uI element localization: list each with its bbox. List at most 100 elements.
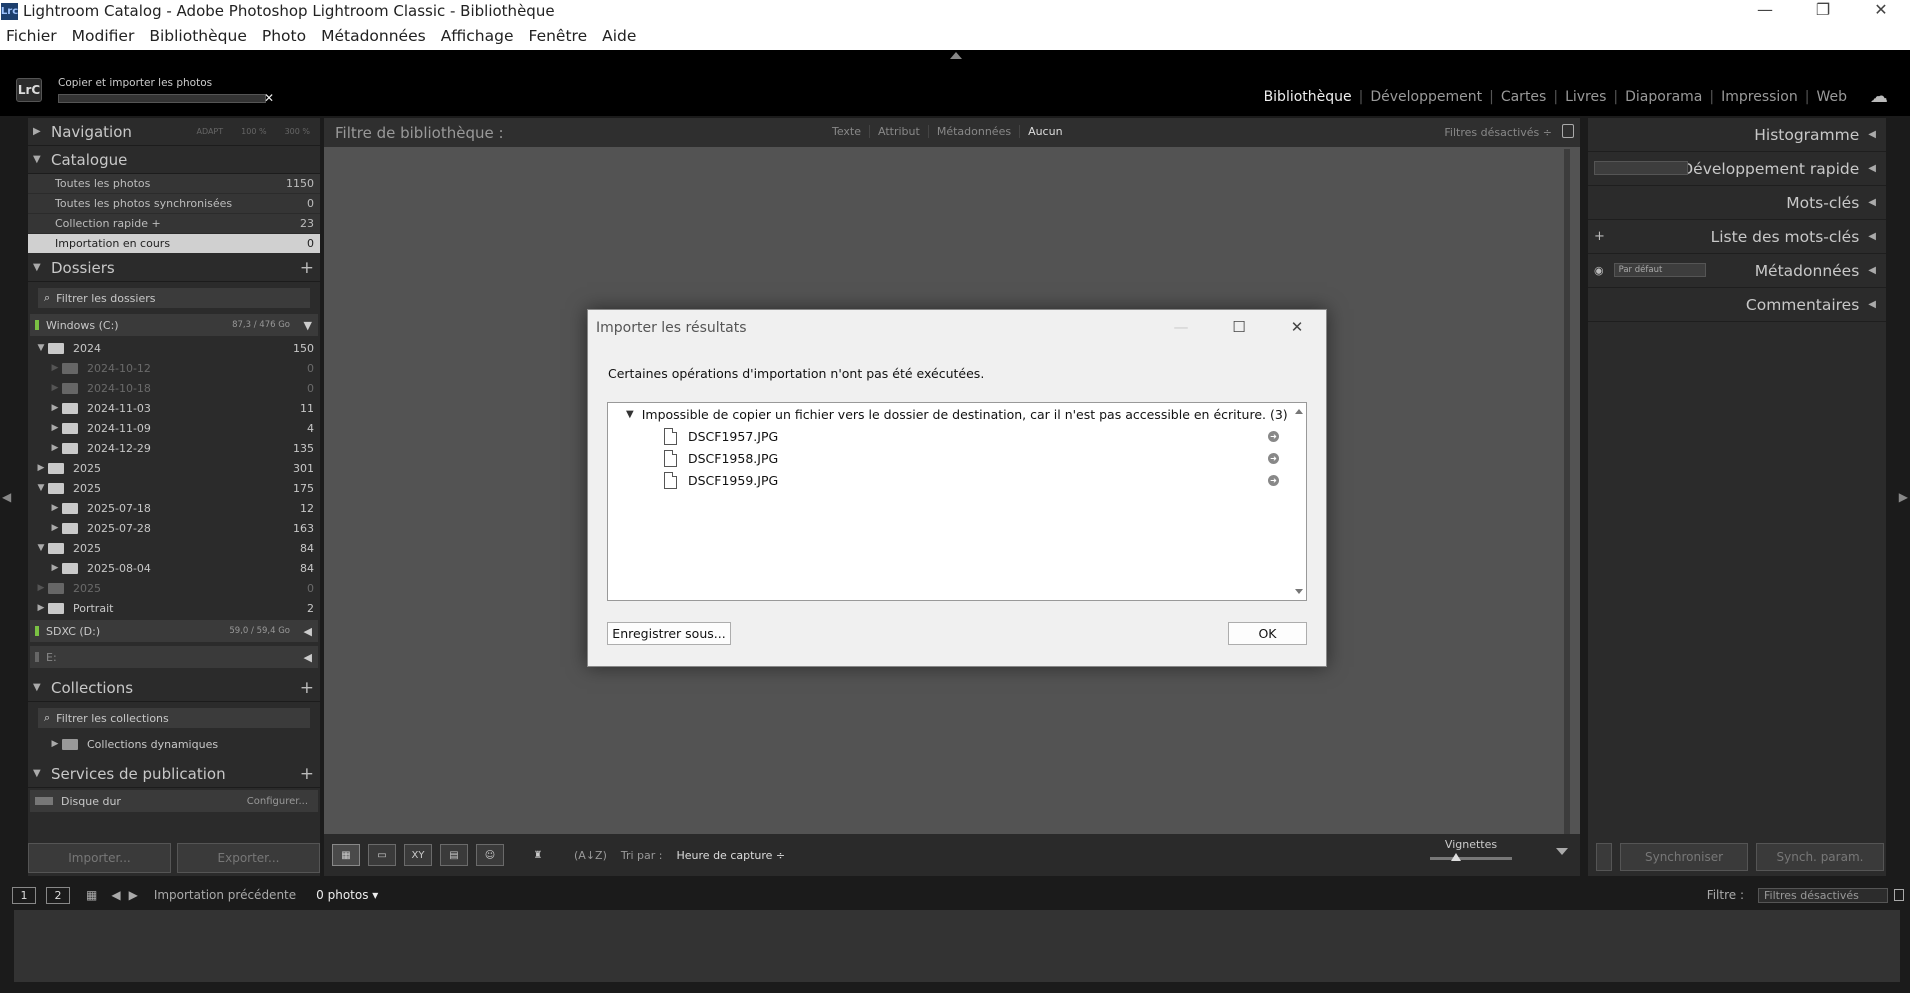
publish-header[interactable]: ▼ Services de publication +	[28, 760, 320, 788]
navigation-header[interactable]: ▶ Navigation ADAPT 100 % 300 %	[28, 118, 320, 146]
module-developpement[interactable]: Développement	[1363, 89, 1489, 105]
add-publish-service-icon[interactable]: +	[300, 764, 314, 784]
catalog-item-quick-collection[interactable]: Collection rapide +23	[28, 214, 320, 234]
filter-preset-select[interactable]: Filtres désactivés ÷	[1444, 126, 1552, 139]
catalogue-header[interactable]: ▼ Catalogue	[28, 146, 320, 174]
left-panel-toggle-icon[interactable]: ◀	[2, 490, 11, 504]
catalog-item-current-import[interactable]: Importation en cours 0	[28, 234, 320, 254]
publish-hard-disk[interactable]: Disque dur Configurer...	[30, 790, 318, 812]
keywords-header[interactable]: Mots-clés ◀	[1588, 186, 1886, 220]
compare-view-icon[interactable]: XY	[404, 844, 432, 866]
folder-row[interactable]: ▶ 2024-11-03 11	[28, 398, 320, 418]
folder-row[interactable]: ▶ 2024-11-09 4	[28, 418, 320, 438]
collapse-icon[interactable]: ▼	[34, 543, 48, 553]
error-group-row[interactable]: ▼ Impossible de copier un fichier vers l…	[608, 403, 1306, 425]
lock-icon[interactable]	[1894, 889, 1904, 901]
sync-button[interactable]: Synchroniser	[1620, 843, 1748, 871]
scroll-up-icon[interactable]	[1295, 409, 1303, 414]
go-to-file-icon[interactable]: ➜	[1268, 452, 1279, 464]
loupe-view-icon[interactable]: ▭	[368, 844, 396, 866]
menu-affichage[interactable]: Affichage	[435, 27, 523, 45]
chevron-left-icon[interactable]: ◀	[304, 625, 312, 638]
add-keyword-icon[interactable]: +	[1594, 229, 1605, 244]
go-to-file-icon[interactable]: ➜	[1268, 430, 1279, 442]
keyword-list-header[interactable]: + Liste des mots-clés ◀	[1588, 220, 1886, 254]
scroll-down-icon[interactable]	[1295, 589, 1303, 594]
expand-icon[interactable]: ▶	[48, 363, 62, 373]
folder-row[interactable]: ▶ 2025-08-04 84	[28, 558, 320, 578]
lock-icon[interactable]	[1562, 124, 1574, 138]
cloud-icon[interactable]: ☁	[1870, 86, 1888, 107]
sync-settings-button[interactable]: Synch. param.	[1756, 843, 1884, 871]
menu-aide[interactable]: Aide	[596, 27, 645, 45]
save-as-button[interactable]: Enregistrer sous...	[607, 622, 731, 645]
collapse-top-arrow-icon[interactable]	[950, 52, 962, 59]
toolbar-menu-chevron-icon[interactable]	[1556, 848, 1568, 855]
comments-header[interactable]: Commentaires ◀	[1588, 288, 1886, 322]
zoom-adapt[interactable]: ADAPT	[196, 127, 223, 136]
module-impression[interactable]: Impression	[1714, 89, 1805, 105]
folder-row[interactable]: ▶ 2025 301	[28, 458, 320, 478]
quick-develop-header[interactable]: Développement rapide ◀	[1588, 152, 1886, 186]
catalog-item-all-photos[interactable]: Toutes les photos 1150	[28, 174, 320, 194]
photo-count-select[interactable]: 0 photos ▾	[316, 888, 378, 902]
sort-select[interactable]: Heure de capture ÷	[677, 849, 786, 862]
collapse-icon[interactable]: ▼	[34, 343, 48, 353]
expand-icon[interactable]: ▶	[48, 523, 62, 533]
import-button[interactable]: Importer...	[28, 843, 171, 873]
dossiers-header[interactable]: ▼ Dossiers +	[28, 254, 320, 282]
zoom-100[interactable]: 100 %	[241, 127, 266, 136]
dialog-minimize-button[interactable]: —	[1152, 310, 1210, 346]
import-error-list[interactable]: ▼ Impossible de copier un fichier vers l…	[607, 402, 1307, 601]
catalog-item-synced[interactable]: Toutes les photos synchronisées 0	[28, 194, 320, 214]
module-livres[interactable]: Livres	[1558, 89, 1613, 105]
expand-icon[interactable]: ▶	[34, 603, 48, 613]
expand-icon[interactable]: ▶	[48, 563, 62, 573]
folder-row[interactable]: ▶ 2024-12-29 135	[28, 438, 320, 458]
error-file-row[interactable]: DSCF1957.JPG ➜	[608, 425, 1306, 447]
menu-fichier[interactable]: Fichier	[0, 27, 66, 45]
folder-row[interactable]: ▼ 2025 84	[28, 538, 320, 558]
filter-tab-metadata[interactable]: Métadonnées	[929, 125, 1021, 138]
filter-tab-text[interactable]: Texte	[824, 125, 871, 138]
slider-knob[interactable]	[1451, 853, 1462, 861]
restore-button[interactable]: ❐	[1794, 0, 1852, 22]
error-file-row[interactable]: DSCF1958.JPG ➜	[608, 447, 1306, 469]
collapse-icon[interactable]: ▼	[34, 483, 48, 493]
quick-develop-preset-select[interactable]	[1594, 161, 1688, 175]
collapse-icon[interactable]: ▼	[626, 409, 634, 420]
add-collection-icon[interactable]: +	[300, 678, 314, 698]
module-bibliotheque[interactable]: Bibliothèque	[1257, 89, 1359, 105]
filter-tab-attribute[interactable]: Attribut	[870, 125, 929, 138]
expand-icon[interactable]: ▶	[34, 583, 48, 593]
module-diaporama[interactable]: Diaporama	[1618, 89, 1709, 105]
expand-icon[interactable]: ▶	[48, 403, 62, 413]
spray-can-icon[interactable]: ♜	[524, 844, 552, 866]
cancel-import-icon[interactable]: ✕	[264, 91, 274, 105]
expand-icon[interactable]: ▶	[48, 503, 62, 513]
folder-row[interactable]: ▼ 2024 150	[28, 338, 320, 358]
folder-row[interactable]: ▶ 2025-07-18 12	[28, 498, 320, 518]
previous-import-source[interactable]: Importation précédente	[154, 888, 296, 902]
grid-view-icon[interactable]: ▦	[332, 844, 360, 866]
folder-row[interactable]: ▶ 2024-10-18 0	[28, 378, 320, 398]
thumbnail-size-slider[interactable]	[1430, 853, 1512, 861]
module-cartes[interactable]: Cartes	[1494, 89, 1554, 105]
expand-icon[interactable]: ▶	[48, 443, 62, 453]
volume-d[interactable]: SDXC (D:) 59,0 / 59,4 Go ◀	[30, 620, 318, 642]
add-folder-icon[interactable]: +	[300, 258, 314, 278]
auto-sync-toggle[interactable]	[1596, 843, 1612, 871]
right-panel-toggle-icon[interactable]: ▶	[1899, 490, 1908, 504]
expand-icon[interactable]: ▶	[48, 383, 62, 393]
chevron-left-icon[interactable]: ◀	[304, 651, 312, 664]
menu-bibliotheque[interactable]: Bibliothèque	[143, 27, 256, 45]
expand-icon[interactable]: ▶	[48, 423, 62, 433]
filter-tab-none[interactable]: Aucun	[1020, 125, 1071, 138]
back-arrow-icon[interactable]: ◀	[111, 888, 120, 902]
folder-row[interactable]: ▶ 2024-10-12 0	[28, 358, 320, 378]
screen-1-button[interactable]: 1	[12, 886, 36, 904]
module-web[interactable]: Web	[1809, 89, 1854, 105]
sort-direction-icon[interactable]: (A↓Z)	[574, 849, 607, 862]
folder-filter-input[interactable]: ⌕ Filtrer les dossiers	[38, 288, 310, 308]
screen-2-button[interactable]: 2	[46, 886, 70, 904]
